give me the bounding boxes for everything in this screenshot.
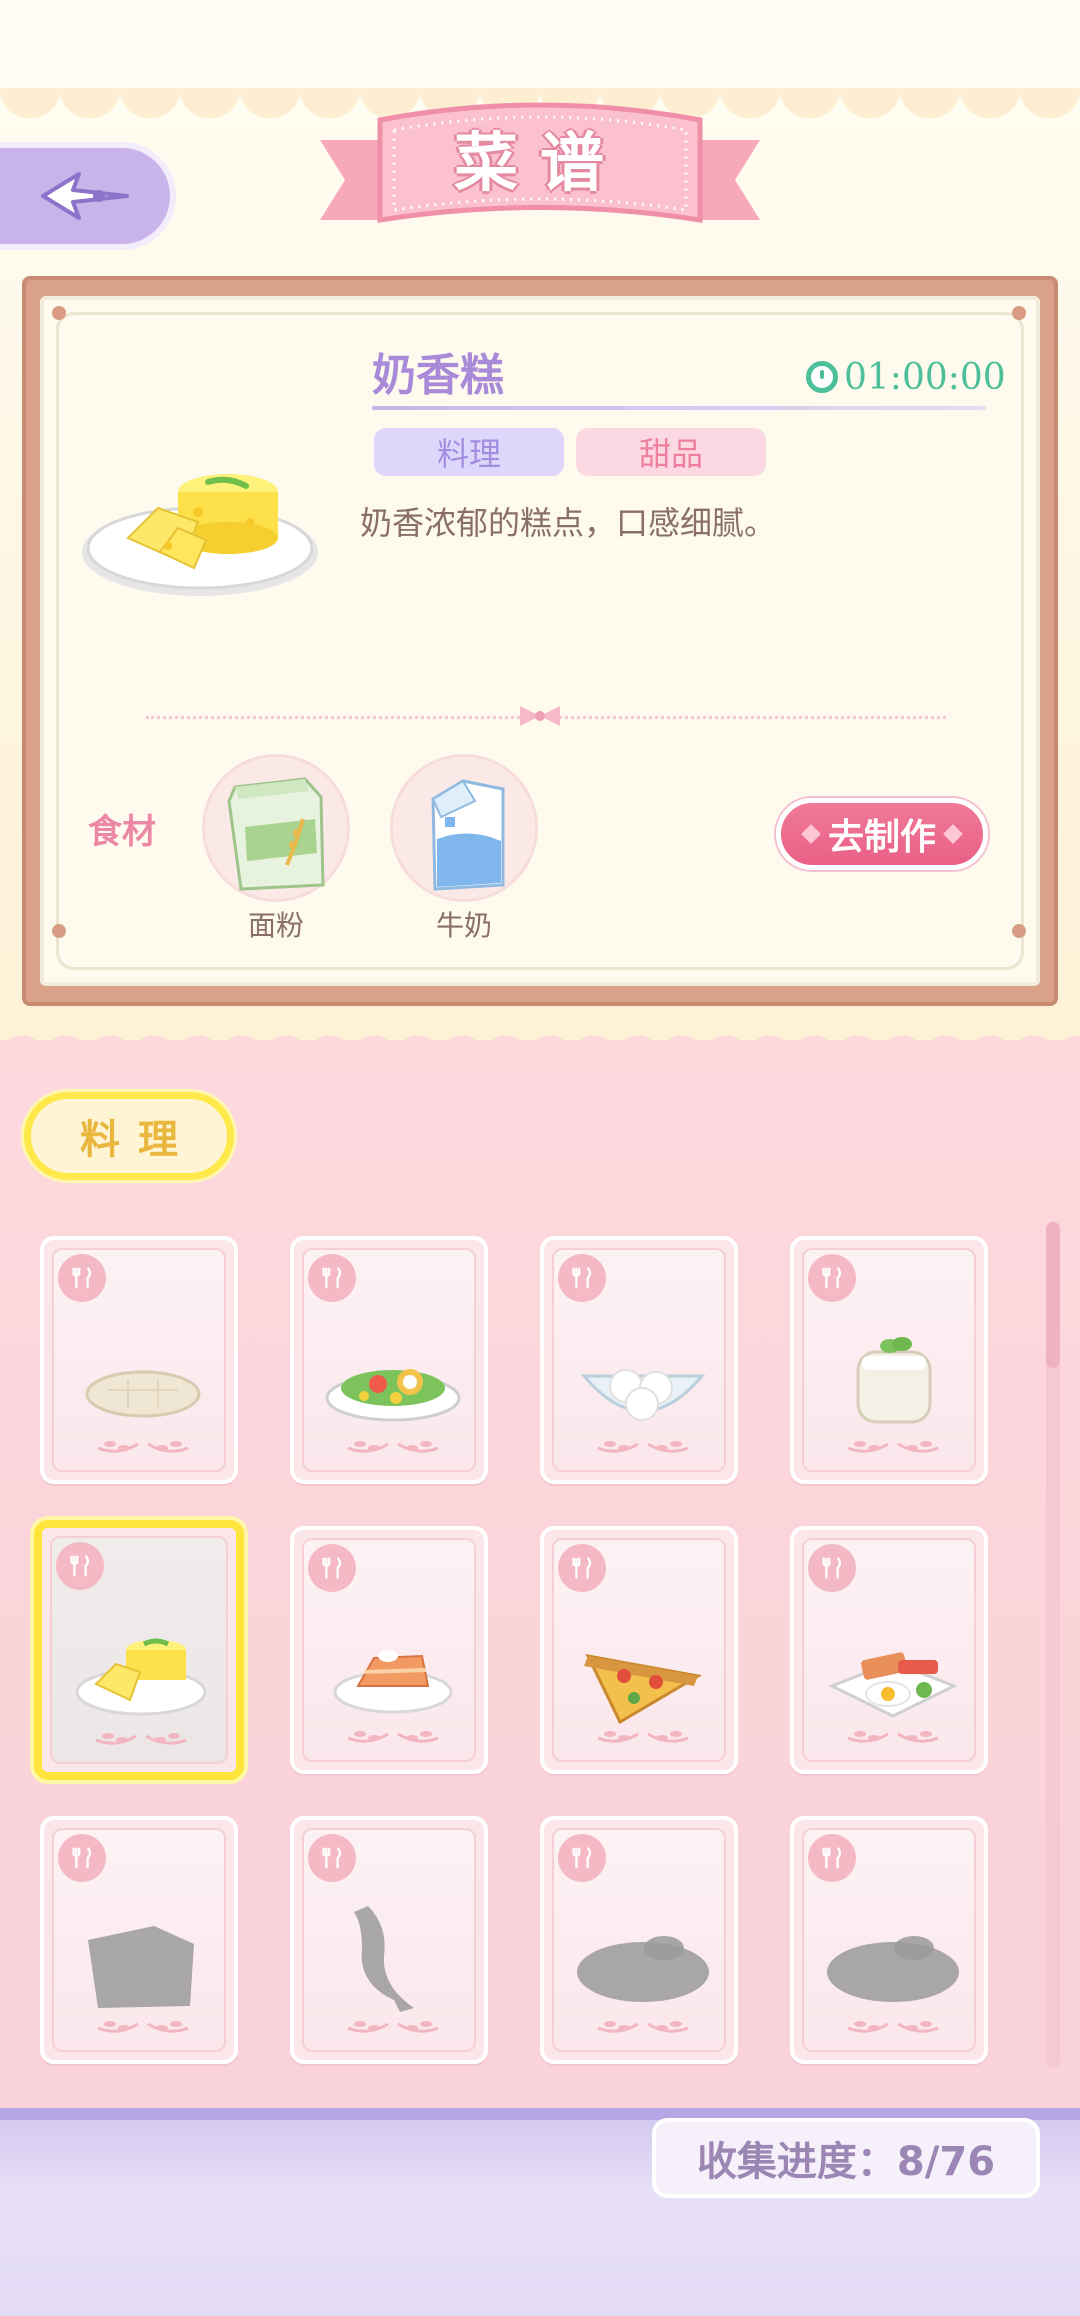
fork-spoon-icon (808, 1834, 856, 1882)
name-underline (372, 406, 986, 410)
yogurt-jar-icon (856, 1337, 932, 1424)
flour-bag-icon (227, 777, 325, 891)
ingredient-milk[interactable] (390, 754, 538, 902)
fork-spoon-icon (558, 1834, 606, 1882)
bow-icon (520, 706, 560, 726)
recipe-card[interactable] (40, 1816, 238, 2064)
recipe-card[interactable] (290, 1816, 488, 2064)
make-button-label: 去制作 (827, 817, 936, 858)
ingredients-label: 食材 (88, 812, 156, 852)
rivet (1012, 306, 1026, 320)
back-arrow-icon (41, 172, 129, 220)
recipe-card[interactable] (34, 1520, 244, 1780)
page-title: 菜谱 (454, 127, 626, 201)
recipe-card[interactable] (790, 1526, 988, 1774)
fork-spoon-icon (308, 1254, 356, 1302)
salad-icon (325, 1369, 461, 1422)
scallop-decoration (0, 1028, 1080, 1058)
tag-dessert: 甜品 (576, 428, 766, 476)
recipe-card[interactable] (290, 1236, 488, 1484)
recipe-card[interactable] (540, 1236, 738, 1484)
milk-carton-icon (431, 779, 505, 891)
fork-spoon-icon (308, 1544, 356, 1592)
rivet (52, 306, 66, 320)
fork-spoon-icon (308, 1834, 356, 1882)
ingredient-name: 牛奶 (435, 909, 492, 942)
recipe-name: 奶香糕 (372, 350, 504, 401)
back-button[interactable] (0, 142, 176, 250)
recipe-card[interactable] (290, 1526, 488, 1774)
diamond-icon (943, 824, 963, 844)
locked-dish-silhouette-icon (577, 1936, 709, 2002)
ingredient-name: 面粉 (247, 909, 304, 942)
milk-cake-icon (82, 474, 318, 596)
fork-spoon-icon (808, 1544, 856, 1592)
recipe-card[interactable] (790, 1236, 988, 1484)
fork-spoon-icon (558, 1254, 606, 1302)
recipe-card[interactable] (540, 1816, 738, 2064)
fork-spoon-icon (558, 1544, 606, 1592)
recipe-card[interactable] (40, 1236, 238, 1484)
scrollbar-thumb[interactable] (1046, 1222, 1060, 1368)
category-tab-cooking[interactable]: 料理 (24, 1092, 234, 1180)
breakfast-plate-icon (828, 1652, 958, 1718)
locked-fish-silhouette-icon (354, 1906, 414, 2012)
fork-spoon-icon (58, 1254, 106, 1302)
ingredient-flour[interactable] (202, 754, 350, 902)
locked-dish-silhouette-icon (827, 1936, 959, 2002)
milk-cake-icon (75, 1638, 207, 1716)
make-button[interactable]: 去制作 (776, 798, 988, 870)
rice-balls-bowl-icon (580, 1369, 706, 1421)
diamond-icon (801, 824, 821, 844)
tag-cooking: 料理 (374, 428, 564, 476)
rivet (52, 924, 66, 938)
timer-text: 01:00:00 (844, 356, 1006, 398)
salmon-cake-icon (333, 1650, 453, 1714)
collection-progress: 收集进度：8/76 (652, 2118, 1040, 2198)
recipe-card[interactable] (790, 1816, 988, 2064)
recipe-card[interactable] (540, 1526, 738, 1774)
locked-cake-silhouette-icon (88, 1926, 194, 2008)
rivet (1012, 924, 1026, 938)
fork-spoon-icon (58, 1834, 106, 1882)
pizza-slice-icon (584, 1653, 703, 1725)
cook-timer: 01:00:00 (806, 352, 1006, 402)
recipe-description: 奶香浓郁的糕点，口感细腻。 (360, 504, 777, 542)
flatbread-icon (85, 1370, 201, 1418)
fork-spoon-icon (808, 1254, 856, 1302)
fork-spoon-icon (56, 1542, 104, 1590)
clock-icon (806, 361, 838, 393)
